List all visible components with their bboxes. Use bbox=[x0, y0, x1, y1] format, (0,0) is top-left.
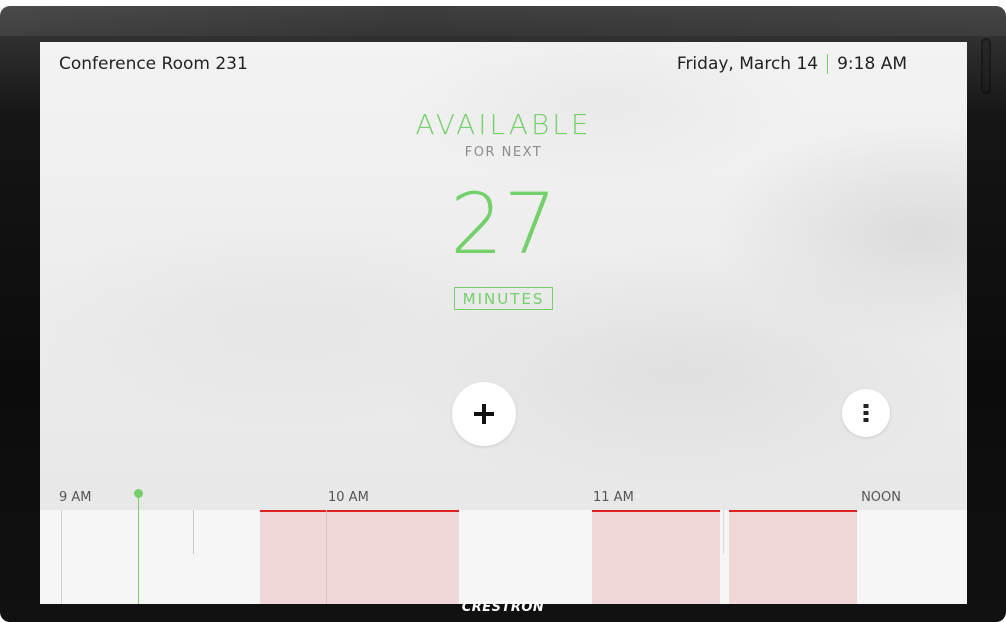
timeline-label-9am: 9 AM bbox=[59, 490, 92, 505]
date-time-display: Friday, March 14 9:18 AM bbox=[677, 54, 907, 74]
crestron-logo: CRESTRON bbox=[461, 600, 545, 615]
proximity-sensor bbox=[981, 38, 991, 94]
availability-unit: MINUTES bbox=[453, 287, 554, 310]
booked-slot[interactable] bbox=[729, 510, 857, 604]
timeline-gridline-1130 bbox=[723, 510, 724, 554]
booked-slot[interactable] bbox=[592, 510, 720, 604]
touch-panel-device: Conference Room 231 Friday, March 14 9:1… bbox=[0, 6, 1006, 622]
timeline-gridline-930 bbox=[193, 510, 194, 554]
available-minutes-count: 27 bbox=[450, 175, 557, 273]
timeline-label-noon: NOON bbox=[861, 490, 901, 505]
plus-icon bbox=[474, 404, 494, 424]
more-options-button[interactable] bbox=[842, 389, 890, 437]
timeline-label-11am: 11 AM bbox=[593, 490, 634, 505]
current-time-marker-line bbox=[138, 495, 139, 604]
availability-sub-label: FOR NEXT bbox=[464, 145, 543, 160]
reserve-room-button[interactable] bbox=[452, 382, 516, 446]
timeline-track[interactable] bbox=[40, 510, 967, 604]
room-scheduling-screen: Conference Room 231 Friday, March 14 9:1… bbox=[40, 42, 967, 604]
timeline-gridline-10am bbox=[326, 510, 327, 604]
availability-unit-wrap: MINUTES bbox=[40, 287, 967, 310]
timeline-label-10am: 10 AM bbox=[328, 490, 369, 505]
date-time-divider bbox=[827, 54, 829, 74]
current-time: 9:18 AM bbox=[837, 54, 907, 74]
timeline-gridline-9am bbox=[61, 510, 62, 604]
booked-slot[interactable] bbox=[260, 510, 459, 604]
current-date: Friday, March 14 bbox=[676, 54, 819, 74]
availability-status: AVAILABLE bbox=[415, 108, 592, 141]
more-vertical-icon bbox=[863, 404, 869, 422]
room-name: Conference Room 231 bbox=[59, 54, 248, 74]
timeline-hour-labels: 9 AM 10 AM 11 AM NOON bbox=[40, 490, 967, 510]
